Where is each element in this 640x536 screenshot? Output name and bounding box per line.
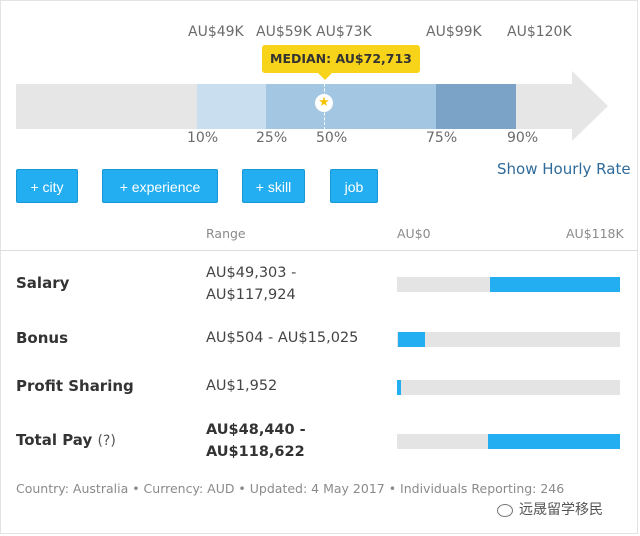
scale-value-p50: AU$73K <box>316 24 372 40</box>
data-footer: Country: Australia • Currency: AUD • Upd… <box>16 481 565 496</box>
bar-scale-max: AU$118K <box>566 226 624 241</box>
profit-sharing-bar-fill <box>397 380 401 395</box>
salary-bar-fill <box>490 277 620 292</box>
percentile-label-90: 90% <box>507 130 539 146</box>
total-pay-bar-track <box>397 434 620 449</box>
salary-range-line1: AU$49,303 - <box>206 265 297 281</box>
profit-sharing-range: AU$1,952 <box>206 378 278 394</box>
percentile-label-75: 75% <box>426 130 458 146</box>
profit-sharing-bar-track <box>397 380 620 395</box>
range-segment-p25-p75 <box>266 84 436 129</box>
range-segment-p10-p25 <box>197 84 266 129</box>
add-experience-button[interactable]: + experience <box>102 169 218 203</box>
add-skill-button[interactable]: + skill <box>242 169 305 203</box>
total-pay-help[interactable]: (?) <box>97 433 115 449</box>
percentile-label-50: 50% <box>316 130 348 146</box>
salary-bar-track <box>397 277 620 292</box>
salary-card <box>0 0 638 534</box>
percentile-label-25: 25% <box>256 130 288 146</box>
bonus-range: AU$504 - AU$15,025 <box>206 330 359 346</box>
total-pay-range: AU$48,440 - AU$118,622 <box>206 419 306 463</box>
profit-sharing-label: Profit Sharing <box>16 377 134 395</box>
percentile-label-10: 10% <box>187 130 219 146</box>
salary-label: Salary <box>16 274 70 292</box>
total-pay-bar-fill <box>488 434 620 449</box>
bonus-label: Bonus <box>16 329 69 347</box>
job-button[interactable]: job <box>330 169 378 203</box>
bonus-bar-fill <box>398 332 425 347</box>
watermark: 远晟留学移民 <box>494 498 606 520</box>
median-star-icon: ★ <box>315 94 333 112</box>
wechat-icon <box>497 503 513 517</box>
total-pay-range-line2: AU$118,622 <box>206 444 305 460</box>
salary-range: AU$49,303 - AU$117,924 <box>206 262 296 306</box>
watermark-text: 远晟留学移民 <box>519 502 603 518</box>
scale-value-p10: AU$49K <box>188 24 244 40</box>
total-pay-range-line1: AU$48,440 - <box>206 422 306 438</box>
total-pay-label-text: Total Pay <box>16 431 93 449</box>
show-hourly-rate-link[interactable]: Show Hourly Rate <box>497 160 631 178</box>
scale-value-p90: AU$120K <box>507 24 572 40</box>
median-badge: MEDIAN: AU$72,713 <box>262 45 420 80</box>
table-divider <box>0 250 638 251</box>
scale-value-p25: AU$59K <box>256 24 312 40</box>
scale-value-p75: AU$99K <box>426 24 482 40</box>
total-pay-label: Total Pay (?) <box>16 431 116 449</box>
bar-scale-min: AU$0 <box>397 226 431 241</box>
bonus-bar-track <box>397 332 620 347</box>
add-city-button[interactable]: + city <box>16 169 78 203</box>
arrow-head-icon <box>572 71 608 141</box>
range-column-header: Range <box>206 226 246 241</box>
salary-range-line2: AU$117,924 <box>206 287 296 303</box>
range-segment-p75-p90 <box>436 84 516 129</box>
